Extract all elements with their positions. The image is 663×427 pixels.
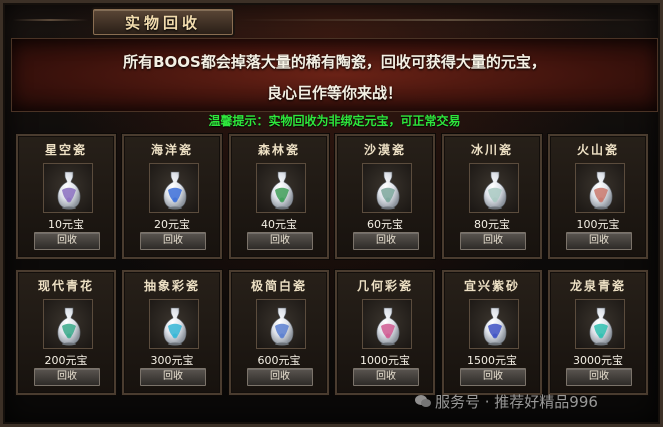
item-slot[interactable] bbox=[362, 163, 412, 213]
recycle-button[interactable]: 回收 bbox=[247, 232, 313, 250]
recycle-button[interactable]: 回收 bbox=[353, 368, 419, 386]
item-slot[interactable] bbox=[256, 299, 306, 349]
porcelain-vase-icon bbox=[163, 307, 187, 346]
recycle-button[interactable]: 回收 bbox=[460, 368, 526, 386]
item-card: 极简白瓷 600元宝 回收 bbox=[229, 270, 329, 395]
window-title: 实物回收 bbox=[124, 13, 201, 32]
item-name: 现代青花 bbox=[37, 279, 94, 293]
item-price: 1000元宝 bbox=[360, 354, 410, 367]
porcelain-vase-icon bbox=[270, 171, 294, 210]
item-name: 森林瓷 bbox=[257, 143, 300, 157]
porcelain-vase-icon bbox=[57, 171, 81, 210]
item-name: 星空瓷 bbox=[44, 143, 87, 157]
item-slot[interactable] bbox=[149, 163, 199, 213]
item-card: 火山瓷 100元宝 回收 bbox=[548, 134, 648, 259]
watermark-text: 服务号 · 推荐好精品996 bbox=[435, 393, 598, 411]
item-price: 80元宝 bbox=[474, 218, 510, 231]
porcelain-vase-icon bbox=[376, 307, 400, 346]
recycle-button[interactable]: 回收 bbox=[140, 368, 206, 386]
item-price: 40元宝 bbox=[261, 218, 297, 231]
recycle-panel: 实物回收 所有BOOS都会掉落大量的稀有陶瓷，回收可获得大量的元宝， 良心巨作等… bbox=[0, 0, 663, 427]
porcelain-vase-icon bbox=[270, 307, 294, 346]
recycle-button[interactable]: 回收 bbox=[34, 368, 100, 386]
item-name: 龙泉青瓷 bbox=[569, 279, 626, 293]
banner-text-line1: 所有BOOS都会掉落大量的稀有陶瓷，回收可获得大量的元宝， bbox=[123, 53, 546, 71]
announcement-banner: 所有BOOS都会掉落大量的稀有陶瓷，回收可获得大量的元宝， 良心巨作等你来战！ bbox=[11, 38, 658, 112]
item-name: 冰川瓷 bbox=[470, 143, 513, 157]
item-card: 沙漠瓷 60元宝 回收 bbox=[335, 134, 435, 259]
item-price: 60元宝 bbox=[367, 218, 403, 231]
porcelain-vase-icon bbox=[589, 171, 613, 210]
porcelain-vase-icon bbox=[57, 307, 81, 346]
item-card: 森林瓷 40元宝 回收 bbox=[229, 134, 329, 259]
recycle-button[interactable]: 回收 bbox=[34, 232, 100, 250]
recycle-button[interactable]: 回收 bbox=[140, 232, 206, 250]
item-slot[interactable] bbox=[43, 299, 93, 349]
banner-text-line2: 良心巨作等你来战！ bbox=[266, 84, 402, 102]
item-card: 几何彩瓷 1000元宝 回收 bbox=[335, 270, 435, 395]
item-slot[interactable] bbox=[575, 299, 625, 349]
item-name: 火山瓷 bbox=[576, 143, 619, 157]
recycle-button[interactable]: 回收 bbox=[353, 232, 419, 250]
porcelain-vase-icon bbox=[483, 171, 507, 210]
item-slot[interactable] bbox=[575, 163, 625, 213]
item-name: 几何彩瓷 bbox=[356, 279, 413, 293]
recycle-button[interactable]: 回收 bbox=[566, 368, 632, 386]
item-price: 20元宝 bbox=[154, 218, 190, 231]
porcelain-vase-icon bbox=[376, 171, 400, 210]
recycle-button[interactable]: 回收 bbox=[460, 232, 526, 250]
porcelain-vase-icon bbox=[163, 171, 187, 210]
item-card: 冰川瓷 80元宝 回收 bbox=[442, 134, 542, 259]
item-name: 抽象彩瓷 bbox=[143, 279, 200, 293]
item-card: 海洋瓷 20元宝 回收 bbox=[122, 134, 222, 259]
wechat-icon bbox=[415, 395, 431, 407]
item-price: 100元宝 bbox=[576, 218, 620, 231]
item-card: 现代青花 200元宝 回收 bbox=[16, 270, 116, 395]
item-slot[interactable] bbox=[149, 299, 199, 349]
item-card: 龙泉青瓷 3000元宝 回收 bbox=[548, 270, 648, 395]
item-slot[interactable] bbox=[469, 163, 519, 213]
item-card: 星空瓷 10元宝 回收 bbox=[16, 134, 116, 259]
recycle-button[interactable]: 回收 bbox=[566, 232, 632, 250]
item-price: 3000元宝 bbox=[573, 354, 623, 367]
item-price: 300元宝 bbox=[150, 354, 194, 367]
item-price: 10元宝 bbox=[48, 218, 84, 231]
item-name: 沙漠瓷 bbox=[363, 143, 406, 157]
item-price: 200元宝 bbox=[44, 354, 88, 367]
porcelain-vase-icon bbox=[589, 307, 613, 346]
recycle-button[interactable]: 回收 bbox=[247, 368, 313, 386]
item-name: 海洋瓷 bbox=[150, 143, 193, 157]
porcelain-vase-icon bbox=[483, 307, 507, 346]
title-plate: 实物回收 bbox=[93, 9, 233, 35]
item-name: 宜兴紫砂 bbox=[463, 279, 520, 293]
item-slot[interactable] bbox=[469, 299, 519, 349]
item-name: 极简白瓷 bbox=[250, 279, 307, 293]
item-slot[interactable] bbox=[256, 163, 306, 213]
tip-text: 温馨提示：实物回收为非绑定元宝，可正常交易 bbox=[208, 114, 461, 128]
item-slot[interactable] bbox=[43, 163, 93, 213]
item-card: 抽象彩瓷 300元宝 回收 bbox=[122, 270, 222, 395]
title-ornament-right bbox=[239, 19, 659, 21]
title-ornament-left bbox=[13, 19, 88, 21]
item-slot[interactable] bbox=[362, 299, 412, 349]
item-card: 宜兴紫砂 1500元宝 回收 bbox=[442, 270, 542, 395]
item-price: 1500元宝 bbox=[467, 354, 517, 367]
item-price: 600元宝 bbox=[257, 354, 301, 367]
